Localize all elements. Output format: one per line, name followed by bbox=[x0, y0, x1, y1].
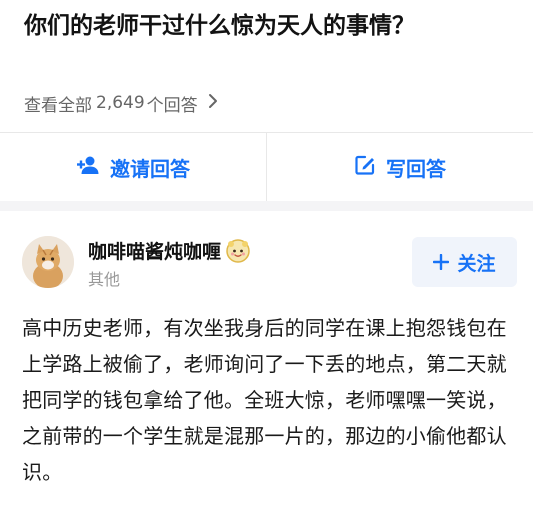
write-answer-button[interactable]: 写回答 bbox=[267, 133, 533, 201]
view-all-suffix: 个回答 bbox=[146, 95, 198, 116]
question-title: 你们的老师干过什么惊为天人的事情？ bbox=[24, 13, 415, 39]
invite-answer-button[interactable]: 邀请回答 bbox=[0, 133, 266, 201]
action-bar: 邀请回答 写回答 bbox=[0, 133, 533, 201]
section-gap bbox=[0, 201, 533, 211]
follow-label: 关注 bbox=[457, 252, 496, 275]
cat-avatar-icon[interactable] bbox=[22, 236, 74, 288]
chevron-right-icon bbox=[208, 93, 218, 114]
view-all-answers-link[interactable]: 查看全部 2,649 个回答 bbox=[24, 90, 218, 116]
author-name-text: 咖啡喵酱炖咖喱 bbox=[88, 241, 222, 263]
view-all-prefix: 查看全部 bbox=[24, 95, 92, 116]
edit-icon bbox=[354, 154, 376, 181]
add-user-icon bbox=[76, 155, 100, 180]
author-subtitle: 其他 bbox=[88, 270, 121, 289]
cute-badge-icon bbox=[225, 238, 251, 264]
author-name[interactable]: 咖啡喵酱炖咖喱 bbox=[88, 237, 251, 264]
answer-text: 高中历史老师，有次坐我身后的同学在课上抱怨钱包在上学路上被偷了，老师询问了一下丢… bbox=[22, 316, 507, 484]
follow-button[interactable]: 关注 bbox=[412, 237, 517, 287]
write-answer-label: 写回答 bbox=[386, 156, 446, 181]
answer-count: 2,649 bbox=[96, 93, 145, 113]
invite-answer-label: 邀请回答 bbox=[110, 156, 190, 181]
plus-icon bbox=[433, 250, 450, 274]
